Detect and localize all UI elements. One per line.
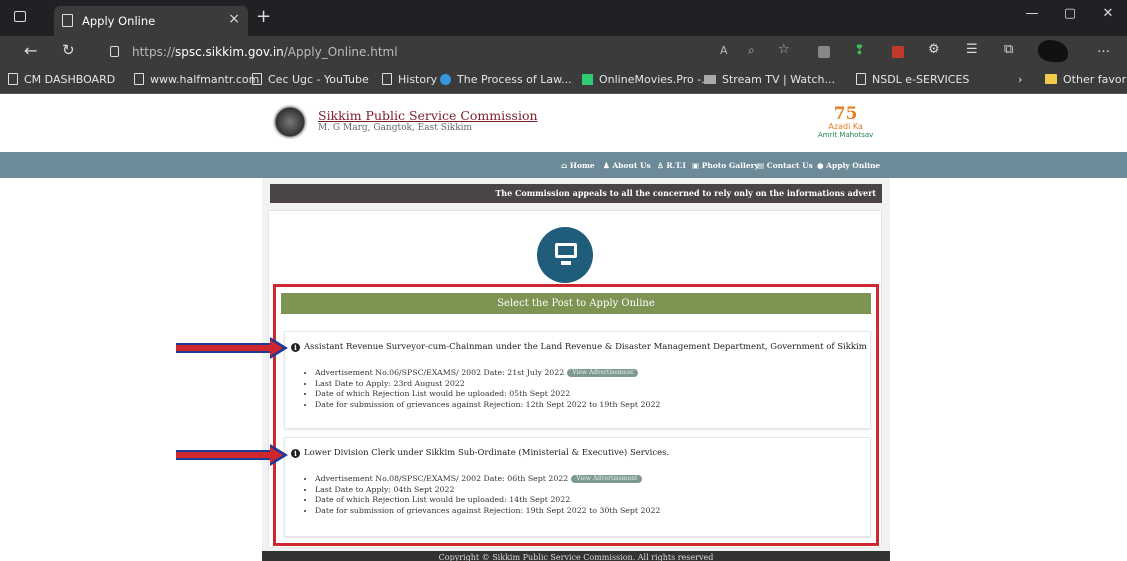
url-host: spsc.sikkim.gov.in	[175, 45, 284, 59]
bookmark-item[interactable]: Cec Ugc - YouTube	[252, 73, 369, 86]
movie-icon	[582, 74, 593, 85]
other-favorites-label: Other favorite	[1063, 73, 1127, 86]
site-footer: Copyright © Sikkim Public Service Commis…	[262, 551, 890, 561]
nav-photo-gallery[interactable]: ▣ Photo Gallery	[692, 161, 759, 170]
nav-apply-online[interactable]: ● Apply Online	[817, 161, 880, 170]
extension-icon[interactable]	[818, 46, 830, 58]
page-icon	[134, 73, 144, 85]
bookmark-item[interactable]: OnlineMovies.Pro -...	[582, 73, 712, 86]
site-title[interactable]: Sikkim Public Service Commission	[318, 108, 538, 123]
extension-icon[interactable]: ❢	[854, 43, 865, 58]
page-icon	[856, 73, 866, 85]
contact-icon: ▤	[757, 161, 767, 170]
monitor-stand-icon	[561, 261, 571, 265]
url-prefix: https://	[132, 45, 176, 59]
extensions-icon[interactable]: ⚙	[928, 42, 940, 57]
nav-label: Apply Online	[826, 161, 881, 170]
bookmark-label: www.halfmantr.com	[150, 73, 260, 86]
bookmark-label: The Process of Law...	[457, 73, 572, 86]
home-icon: ⌂	[561, 161, 570, 170]
browser-tab[interactable]: Apply Online ×	[54, 6, 248, 36]
browser-tab-bar: Apply Online × + — ▢ ✕	[0, 0, 1127, 36]
restore-icon[interactable]: ▢	[1051, 6, 1089, 21]
url-path: /Apply_Online.html	[283, 45, 398, 59]
collections-icon[interactable]: ⧉	[1004, 42, 1013, 57]
users-icon: ♟	[603, 161, 613, 170]
tv-icon	[704, 75, 716, 84]
nav-label: Home	[569, 161, 595, 170]
window-controls: — ▢ ✕	[1013, 6, 1127, 21]
back-icon[interactable]: ←	[24, 41, 37, 60]
extension-icon[interactable]	[892, 46, 904, 58]
notice-marquee: The Commission appeals to all the concer…	[270, 184, 882, 203]
folder-icon	[1045, 74, 1057, 84]
close-tab-icon[interactable]: ×	[228, 11, 240, 27]
azadi-line2: Amrit Mahotsav	[818, 131, 874, 139]
read-aloud-icon[interactable]: A	[720, 44, 728, 57]
bookmarks-overflow-icon[interactable]: ›	[1018, 73, 1022, 86]
site-address: M. G Marg, Gangtok, East Sikkim	[318, 123, 473, 133]
page-icon	[382, 73, 392, 85]
bookmark-item[interactable]: History	[382, 73, 437, 86]
bookmark-item[interactable]: The Process of Law...	[440, 73, 572, 86]
page-icon	[62, 14, 73, 27]
lock-icon	[110, 46, 119, 57]
more-icon[interactable]: …	[1097, 41, 1110, 56]
azadi-ka-amrit-mahotsav-logo: 75 Azadi Ka Amrit Mahotsav	[818, 104, 874, 140]
minimize-icon[interactable]: —	[1013, 6, 1051, 21]
nav-rti[interactable]: ♙ R.T.I	[657, 161, 686, 170]
nav-label: Contact Us	[766, 161, 813, 170]
tab-actions-icon[interactable]	[14, 11, 26, 22]
bookmark-item[interactable]: CM DASHBOARD	[8, 73, 115, 86]
azadi-number: 75	[833, 104, 858, 124]
bookmark-label: Stream TV | Watch...	[722, 73, 835, 86]
close-window-icon[interactable]: ✕	[1089, 6, 1127, 21]
annotation-arrow	[176, 444, 288, 466]
azadi-line1: Azadi Ka	[828, 122, 863, 131]
address-bar-row: ← ↻ https://spsc.sikkim.gov.in/Apply_Onl…	[0, 36, 1127, 68]
other-favorites[interactable]: Other favorite	[1045, 73, 1127, 86]
page-icon	[252, 73, 262, 85]
main-nav: ⌂ Home ♟ About Us ♙ R.T.I ▣ Photo Galler…	[0, 152, 1127, 178]
highlight-box	[273, 284, 879, 546]
bookmark-item[interactable]: www.halfmantr.com	[134, 73, 259, 86]
tab-title: Apply Online	[82, 14, 156, 28]
refresh-icon[interactable]: ↻	[62, 41, 75, 59]
image-icon: ▣	[692, 161, 702, 170]
globe-icon	[440, 74, 451, 85]
bookmark-item[interactable]: Stream TV | Watch...	[704, 73, 835, 86]
nav-label: R.T.I	[666, 161, 686, 170]
favorite-star-icon[interactable]: ☆	[778, 42, 790, 57]
nav-label: About Us	[612, 161, 651, 170]
nav-contact-us[interactable]: ▤ Contact Us	[757, 161, 813, 170]
nav-home[interactable]: ⌂ Home	[561, 161, 595, 170]
bookmarks-bar: CM DASHBOARD www.halfmantr.com Cec Ugc -…	[0, 68, 1127, 94]
bookmark-label: OnlineMovies.Pro -...	[599, 73, 712, 86]
profile-avatar[interactable]	[1038, 40, 1068, 62]
zoom-icon[interactable]: ⌕	[748, 43, 755, 58]
bookmark-label: Cec Ugc - YouTube	[268, 73, 369, 86]
favorites-icon[interactable]: ☰	[966, 42, 978, 57]
nav-label: Photo Gallery	[701, 161, 759, 170]
annotation-arrow	[176, 337, 288, 359]
bookmark-label: History	[398, 73, 438, 86]
monitor-icon	[555, 243, 577, 258]
site-header	[0, 94, 1127, 152]
page-icon	[8, 73, 18, 85]
bookmark-item[interactable]: NSDL e-SERVICES	[856, 73, 969, 86]
bookmark-label: CM DASHBOARD	[24, 73, 116, 86]
user-icon: ♙	[657, 161, 667, 170]
bookmark-label: NSDL e-SERVICES	[872, 73, 970, 86]
nav-about-us[interactable]: ♟ About Us	[603, 161, 651, 170]
new-tab-icon[interactable]: +	[256, 6, 271, 27]
globe-icon: ●	[817, 161, 827, 170]
spsc-emblem-logo	[272, 104, 308, 140]
